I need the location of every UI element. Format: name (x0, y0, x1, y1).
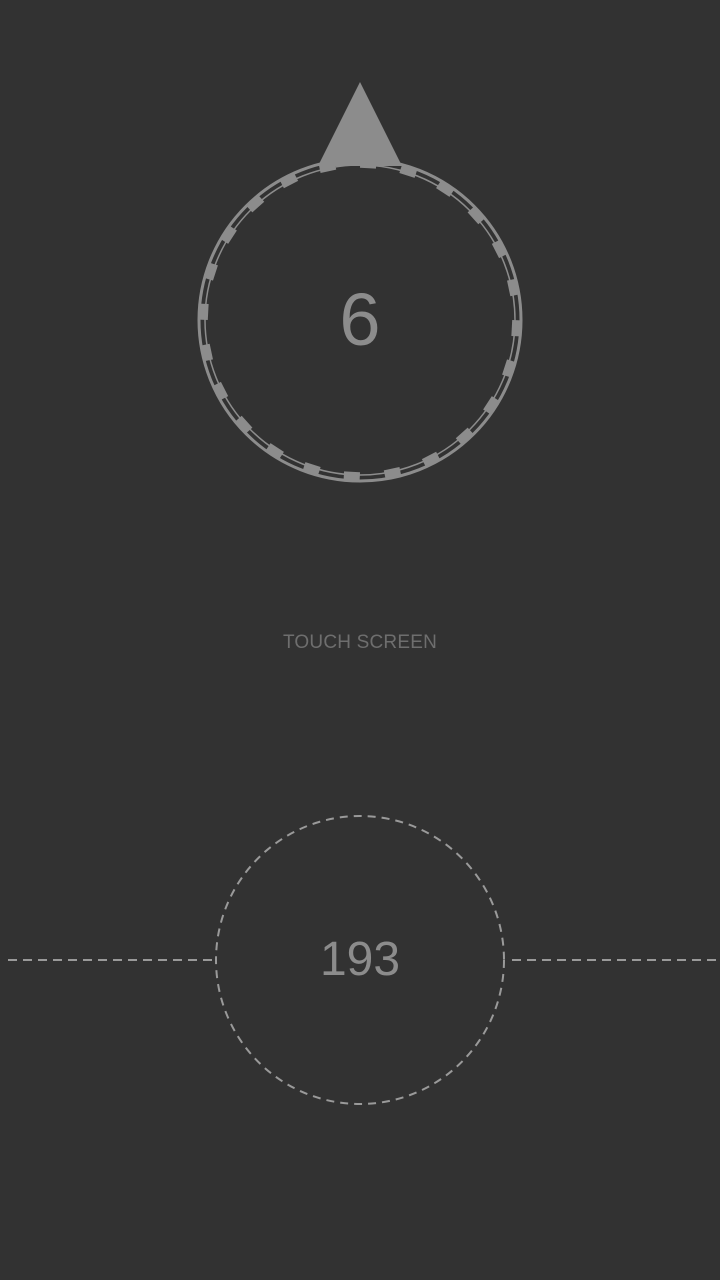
dashed-guide-line-right (512, 959, 720, 961)
wheel-tooth (204, 262, 218, 281)
wheel-tooth (198, 303, 209, 321)
touch-screen-prompt: TOUCH SCREEN (282, 632, 438, 653)
wheel-tooth (511, 319, 522, 337)
dashed-guide-line-left (8, 959, 214, 961)
wheel-tooth (302, 462, 321, 476)
triangle-pointer-icon (318, 82, 402, 166)
wheel-tooth (343, 471, 361, 482)
wheel-tooth (359, 158, 377, 169)
wheel-count-label: 6 (339, 278, 381, 361)
score-label: 193 (319, 933, 401, 986)
wheel-tooth (399, 164, 418, 178)
wheel-tooth (502, 359, 516, 378)
game-screen[interactable]: 6 TOUCH SCREEN 193 (0, 0, 720, 1280)
